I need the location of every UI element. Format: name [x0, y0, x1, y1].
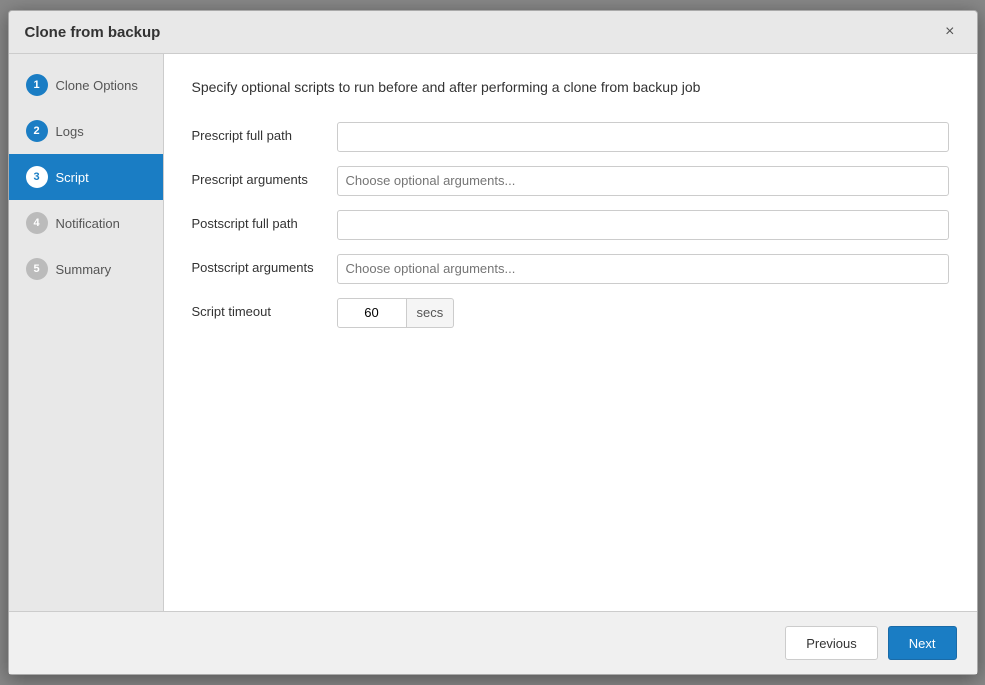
prescript-args-label: Prescript arguments — [192, 172, 337, 189]
timeout-control: secs — [337, 298, 455, 328]
step-badge-1: 1 — [26, 74, 48, 96]
prescript-path-row: Prescript full path — [192, 122, 949, 152]
next-button[interactable]: Next — [888, 626, 957, 660]
main-content: Specify optional scripts to run before a… — [164, 54, 977, 611]
postscript-path-input[interactable] — [337, 210, 949, 240]
postscript-args-label: Postscript arguments — [192, 260, 337, 277]
timeout-input[interactable] — [337, 298, 407, 328]
sidebar-item-notification[interactable]: 4 Notification — [9, 200, 163, 246]
prescript-path-input[interactable] — [337, 122, 949, 152]
script-timeout-row: Script timeout secs — [192, 298, 949, 328]
close-button[interactable]: × — [939, 21, 960, 43]
previous-button[interactable]: Previous — [785, 626, 878, 660]
postscript-args-row: Postscript arguments — [192, 254, 949, 284]
sidebar-item-label-5: Summary — [56, 262, 112, 277]
page-description: Specify optional scripts to run before a… — [192, 78, 949, 98]
sidebar-item-logs[interactable]: 2 Logs — [9, 108, 163, 154]
sidebar-item-label-4: Notification — [56, 216, 120, 231]
clone-from-backup-dialog: Clone from backup × 1 Clone Options 2 Lo… — [8, 10, 978, 675]
prescript-args-input[interactable] — [337, 166, 949, 196]
dialog-footer: Previous Next — [9, 611, 977, 674]
step-badge-5: 5 — [26, 258, 48, 280]
postscript-args-input[interactable] — [337, 254, 949, 284]
sidebar-item-clone-options[interactable]: 1 Clone Options — [9, 62, 163, 108]
postscript-path-row: Postscript full path — [192, 210, 949, 240]
sidebar-item-label-1: Clone Options — [56, 78, 138, 93]
sidebar-item-label-2: Logs — [56, 124, 84, 139]
dialog-title: Clone from backup — [25, 24, 161, 41]
prescript-args-row: Prescript arguments — [192, 166, 949, 196]
step-badge-2: 2 — [26, 120, 48, 142]
sidebar-item-summary[interactable]: 5 Summary — [9, 246, 163, 292]
prescript-path-label: Prescript full path — [192, 128, 337, 145]
postscript-path-label: Postscript full path — [192, 216, 337, 233]
step-badge-3: 3 — [26, 166, 48, 188]
step-badge-4: 4 — [26, 212, 48, 234]
dialog-body: 1 Clone Options 2 Logs 3 Script 4 Notifi… — [9, 54, 977, 611]
dialog-header: Clone from backup × — [9, 11, 977, 54]
sidebar-item-label-3: Script — [56, 170, 89, 185]
sidebar: 1 Clone Options 2 Logs 3 Script 4 Notifi… — [9, 54, 164, 611]
timeout-unit: secs — [407, 298, 455, 328]
timeout-label: Script timeout — [192, 304, 337, 321]
sidebar-item-script[interactable]: 3 Script — [9, 154, 163, 200]
